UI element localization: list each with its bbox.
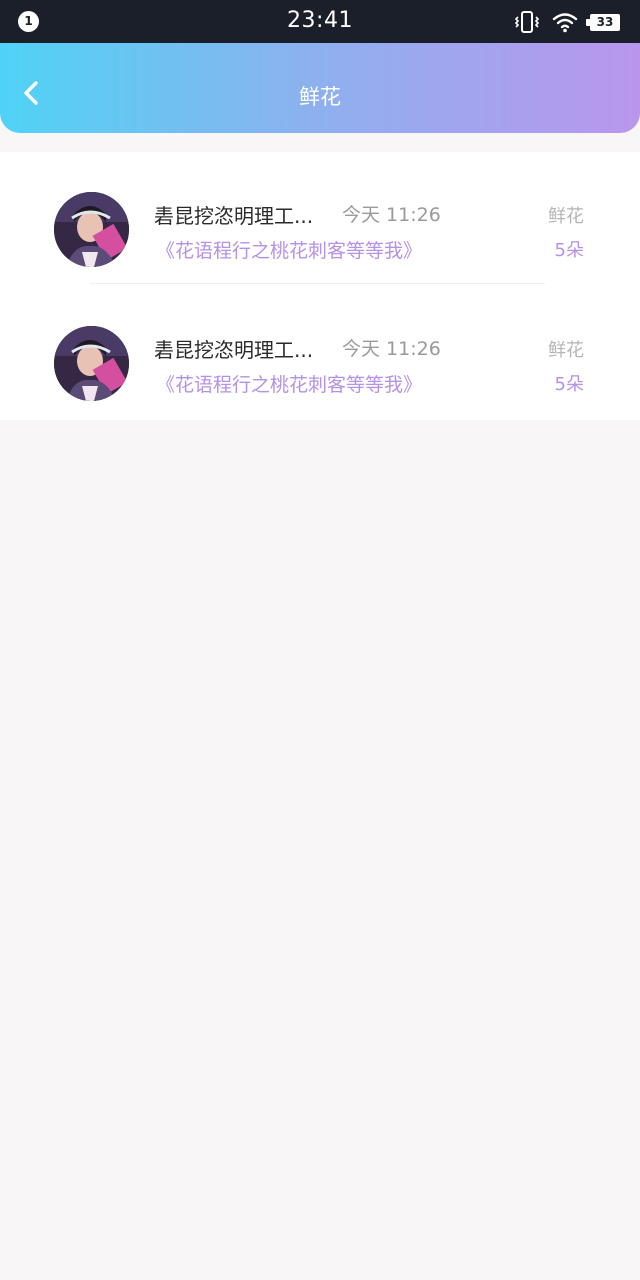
gift-category: 鲜花 xyxy=(548,206,584,227)
divider xyxy=(90,283,545,284)
battery-indicator: 33 xyxy=(586,13,620,31)
avatar[interactable] xyxy=(54,326,129,401)
status-icons: 33 xyxy=(514,9,620,35)
work-title-link[interactable]: 《花语程行之桃花刺客等等我》 xyxy=(156,370,422,397)
sender-name: 砉昆挖恣明理工... xyxy=(154,338,314,362)
list-item[interactable]: 砉昆挖恣明理工... 今天 11:26 鲜花 《花语程行之桃花刺客等等我》 5朵 xyxy=(0,152,640,286)
status-bar: 1 23:41 33 xyxy=(0,0,640,43)
wifi-icon xyxy=(552,13,578,33)
sender-name: 砉昆挖恣明理工... xyxy=(154,204,314,228)
gift-list: 砉昆挖恣明理工... 今天 11:26 鲜花 《花语程行之桃花刺客等等我》 5朵… xyxy=(0,152,640,420)
gift-time: 今天 11:26 xyxy=(342,204,441,226)
header-bar: 鲜花 xyxy=(0,43,640,133)
gift-time: 今天 11:26 xyxy=(342,338,441,360)
gift-quantity: 5朵 xyxy=(554,374,584,395)
work-title-link[interactable]: 《花语程行之桃花刺客等等我》 xyxy=(156,236,422,263)
avatar[interactable] xyxy=(54,192,129,267)
gift-quantity: 5朵 xyxy=(554,240,584,261)
vibrate-icon xyxy=(514,11,540,33)
gift-category: 鲜花 xyxy=(548,340,584,361)
page-title: 鲜花 xyxy=(299,85,341,109)
list-item[interactable]: 砉昆挖恣明理工... 今天 11:26 鲜花 《花语程行之桃花刺客等等我》 5朵 xyxy=(0,286,640,420)
